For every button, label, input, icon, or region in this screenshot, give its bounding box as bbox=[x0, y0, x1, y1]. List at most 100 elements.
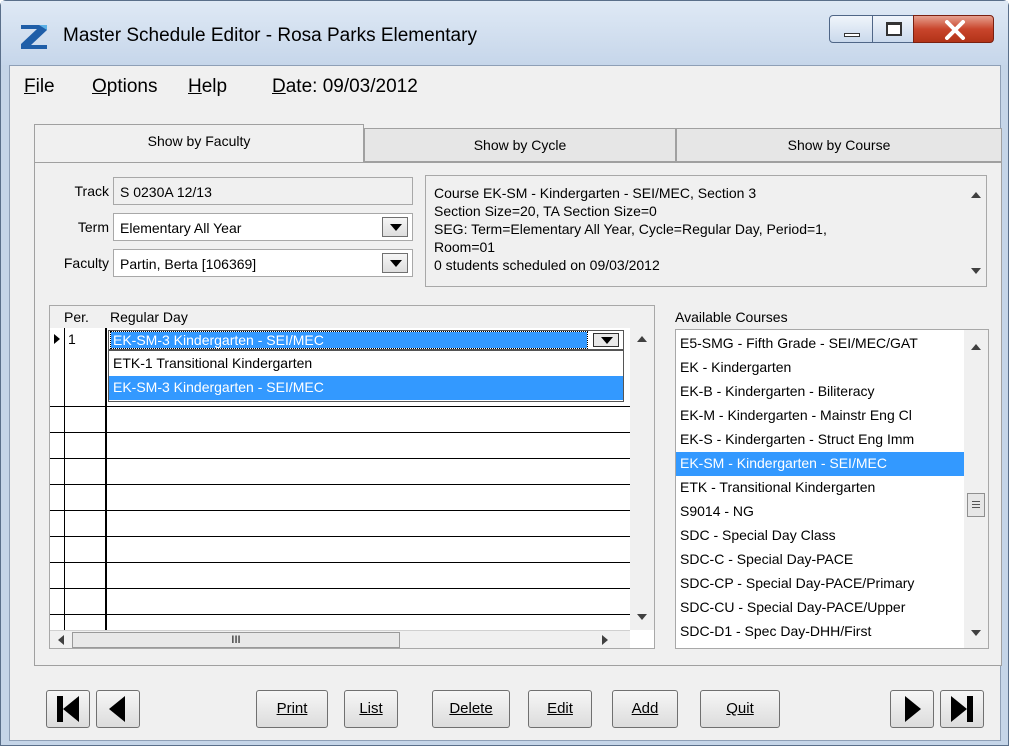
info-line: Section Size=20, TA Section Size=0 bbox=[434, 203, 657, 219]
print-label: Print bbox=[276, 700, 308, 717]
course-list-item[interactable]: SDC - Special Day Class bbox=[676, 524, 964, 548]
row-line bbox=[50, 406, 630, 407]
col-day-header: Regular Day bbox=[110, 309, 188, 325]
col-divider bbox=[105, 328, 107, 630]
menu-file-label: ile bbox=[35, 76, 55, 97]
tab-show-by-cycle[interactable]: Show by Cycle bbox=[364, 128, 676, 162]
dropdown-option[interactable]: EK-SM-3 Kindergarten - SEI/MEC bbox=[109, 376, 623, 400]
scroll-down-icon[interactable] bbox=[971, 630, 981, 636]
track-label: Track bbox=[74, 183, 109, 199]
course-list-item[interactable]: E5-SMG - Fifth Grade - SEI/MEC/GAT bbox=[676, 332, 964, 356]
term-value: Elementary All Year bbox=[120, 220, 242, 236]
course-list-item[interactable]: S9014 - NG bbox=[676, 500, 964, 524]
menu-file[interactable]: File bbox=[24, 76, 55, 98]
row-line bbox=[50, 432, 630, 433]
menu-options[interactable]: Options bbox=[92, 76, 157, 98]
menu-date[interactable]: Date: 09/03/2012 bbox=[272, 76, 418, 98]
row-line bbox=[50, 536, 630, 537]
course-list-item[interactable]: SDC-C - Special Day-PACE bbox=[676, 548, 964, 572]
window-title: Master Schedule Editor - Rosa Parks Elem… bbox=[63, 25, 477, 46]
term-select[interactable]: Elementary All Year bbox=[113, 213, 413, 241]
schedule-grid: Per. Regular Day 1 EK-SM-3 Kindergarten … bbox=[49, 305, 655, 649]
row-line bbox=[50, 458, 630, 459]
grid-vertical-scrollbar[interactable] bbox=[630, 328, 654, 630]
scroll-down-icon[interactable] bbox=[637, 614, 647, 620]
available-courses-label: Available Courses bbox=[675, 309, 788, 325]
track-value: S 0230A 12/13 bbox=[120, 184, 212, 200]
previous-record-button[interactable] bbox=[96, 690, 140, 728]
chevron-down-icon[interactable] bbox=[382, 253, 408, 273]
maximize-button[interactable] bbox=[872, 15, 914, 43]
add-button[interactable]: Add bbox=[612, 690, 678, 728]
course-list-item[interactable]: EK-S - Kindergarten - Struct Eng Imm bbox=[676, 428, 964, 452]
last-record-icon bbox=[951, 696, 973, 722]
delete-button[interactable]: Delete bbox=[432, 690, 510, 728]
grid-horizontal-scrollbar[interactable]: III bbox=[50, 630, 630, 648]
print-button[interactable]: Print bbox=[256, 690, 328, 728]
available-courses-list: E5-SMG - Fifth Grade - SEI/MEC/GAT EK - … bbox=[675, 329, 989, 649]
minimize-button[interactable] bbox=[829, 15, 873, 43]
list-button[interactable]: List bbox=[344, 690, 398, 728]
list-label: List bbox=[359, 700, 383, 717]
scroll-right-icon[interactable] bbox=[602, 635, 608, 645]
next-record-button[interactable] bbox=[890, 690, 934, 728]
info-line: Room=01 bbox=[434, 239, 496, 255]
current-row-indicator-icon bbox=[54, 334, 60, 344]
scroll-up-icon[interactable] bbox=[971, 344, 981, 350]
course-list-item[interactable]: ETK - Transitional Kindergarten bbox=[676, 476, 964, 500]
edit-button[interactable]: Edit bbox=[528, 690, 592, 728]
quit-label: Quit bbox=[726, 700, 754, 717]
last-record-button[interactable] bbox=[940, 690, 984, 728]
next-record-icon bbox=[905, 696, 921, 722]
first-record-button[interactable] bbox=[46, 690, 90, 728]
minimize-icon bbox=[844, 33, 860, 37]
close-button[interactable] bbox=[913, 15, 994, 43]
menu-date-label: ate: 09/03/2012 bbox=[285, 76, 418, 97]
scroll-down-icon[interactable] bbox=[971, 268, 981, 274]
grid-header: Per. Regular Day bbox=[50, 306, 654, 328]
maximize-icon bbox=[886, 22, 902, 36]
course-list-item[interactable]: SDC-D1 - Spec Day-DHH/First bbox=[676, 620, 964, 644]
tab-show-by-course[interactable]: Show by Course bbox=[676, 128, 1002, 162]
close-icon bbox=[945, 20, 965, 40]
course-list-item[interactable]: EK-B - Kindergarten - Biliteracy bbox=[676, 380, 964, 404]
scroll-left-icon[interactable] bbox=[58, 635, 64, 645]
course-list-item[interactable]: SDC-CP - Special Day-PACE/Primary bbox=[676, 572, 964, 596]
row-indicator-divider bbox=[64, 328, 65, 630]
quit-button[interactable]: Quit bbox=[700, 690, 780, 728]
course-dropdown-list: ETK-1 Transitional Kindergarten EK-SM-3 … bbox=[108, 350, 624, 402]
scroll-up-icon[interactable] bbox=[637, 336, 647, 342]
tab-show-by-faculty[interactable]: Show by Faculty bbox=[34, 124, 364, 162]
add-label: Add bbox=[631, 700, 659, 717]
info-line: 0 students scheduled on 09/03/2012 bbox=[434, 257, 660, 273]
first-record-icon bbox=[57, 696, 79, 722]
course-list-item[interactable]: EK-M - Kindergarten - Mainstr Eng Cl bbox=[676, 404, 964, 428]
previous-record-icon bbox=[109, 696, 125, 722]
tab-label: Show by Course bbox=[787, 137, 891, 153]
course-list-item-selected[interactable]: EK-SM - Kindergarten - SEI/MEC bbox=[676, 452, 964, 476]
dropdown-option[interactable]: ETK-1 Transitional Kindergarten bbox=[109, 352, 623, 376]
info-scrollbar[interactable] bbox=[966, 176, 986, 286]
scroll-up-icon[interactable] bbox=[971, 192, 981, 198]
chevron-down-icon[interactable] bbox=[382, 217, 408, 237]
faculty-value: Partin, Berta [106369] bbox=[120, 256, 257, 272]
delete-label: Delete bbox=[449, 700, 493, 717]
faculty-panel: Track S 0230A 12/13 Term Elementary All … bbox=[34, 162, 1002, 666]
course-list-item[interactable]: SDC-CU - Special Day-PACE/Upper bbox=[676, 596, 964, 620]
menu-bar: File Options Help Date: 09/03/2012 bbox=[10, 66, 1000, 110]
course-list-item[interactable]: EK - Kindergarten bbox=[676, 356, 964, 380]
courses-scrollbar[interactable] bbox=[964, 330, 988, 648]
section-info-box: Course EK-SM - Kindergarten - SEI/MEC, S… bbox=[425, 175, 987, 287]
chevron-down-icon[interactable] bbox=[593, 333, 619, 347]
row-line bbox=[50, 510, 630, 511]
scroll-thumb[interactable] bbox=[967, 493, 985, 517]
term-label: Term bbox=[77, 219, 109, 235]
info-line: Course EK-SM - Kindergarten - SEI/MEC, S… bbox=[434, 185, 757, 201]
course-dropdown[interactable]: EK-SM-3 Kindergarten - SEI/MEC bbox=[108, 330, 624, 350]
col-per-header: Per. bbox=[64, 309, 89, 325]
faculty-select[interactable]: Partin, Berta [106369] bbox=[113, 249, 413, 277]
horizontal-scroll-thumb[interactable]: III bbox=[72, 632, 400, 648]
menu-help[interactable]: Help bbox=[188, 76, 227, 98]
track-field: S 0230A 12/13 bbox=[113, 177, 413, 205]
app-logo-icon bbox=[21, 25, 47, 49]
